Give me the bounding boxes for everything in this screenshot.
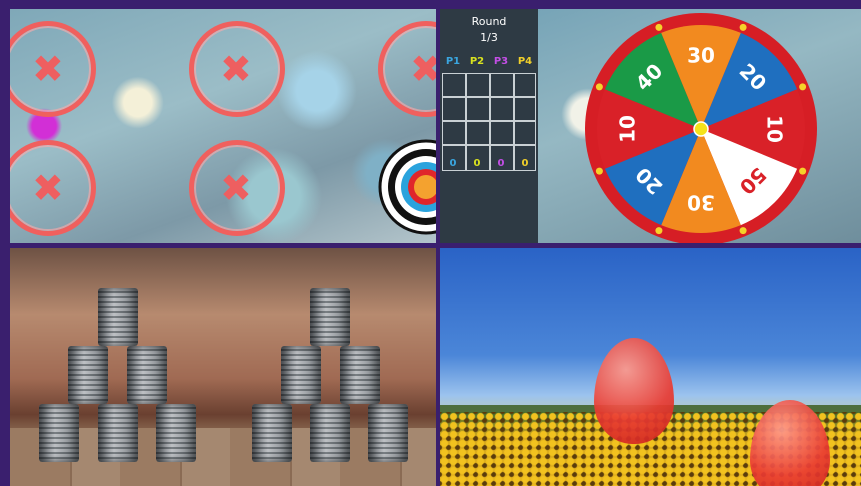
- target-shooting-panel: ✖ ✖ ✖ ✖ ✖: [10, 9, 436, 243]
- tin-can[interactable]: [340, 346, 380, 404]
- prize-wheel[interactable]: 2010503020104030: [583, 11, 819, 243]
- wheel-rim-light: [739, 23, 747, 31]
- wheel-segment-label: 10: [763, 115, 787, 143]
- wheel-rim-light: [595, 83, 603, 91]
- balloon-pop-panel: [440, 248, 861, 486]
- tin-can[interactable]: [310, 288, 350, 346]
- bullseye-target-icon[interactable]: [378, 139, 436, 235]
- wheel-rim-light: [595, 167, 603, 175]
- tin-can[interactable]: [98, 404, 138, 462]
- x-mark-icon: ✖: [32, 166, 64, 210]
- wheel-rim-light: [799, 167, 807, 175]
- tin-can[interactable]: [68, 346, 108, 404]
- tin-can[interactable]: [39, 404, 79, 462]
- scoreboard: Round 1/3 P1 P2 P3 P4 0 0 0 0: [440, 9, 538, 243]
- wheel-rim-light: [655, 227, 663, 235]
- tin-can[interactable]: [127, 346, 167, 404]
- wheel-segment-label: 30: [687, 44, 715, 68]
- wheel-rim-light: [655, 23, 663, 31]
- can-knockdown-panel: [10, 248, 436, 486]
- wheel-rim-light: [799, 83, 807, 91]
- player-label: P3: [493, 56, 509, 67]
- x-mark-icon: ✖: [32, 47, 64, 91]
- player-score: 0: [497, 158, 505, 169]
- x-mark-icon: ✖: [410, 47, 436, 91]
- x-mark-icon: ✖: [220, 47, 252, 91]
- tin-can[interactable]: [252, 404, 292, 462]
- wheel-rim-light: [739, 227, 747, 235]
- wheel-segment-label: 10: [616, 115, 640, 143]
- tin-can[interactable]: [156, 404, 196, 462]
- round-counter: 1/3: [480, 31, 498, 44]
- x-mark-icon: ✖: [220, 166, 252, 210]
- round-title: Round: [471, 15, 507, 28]
- tin-can[interactable]: [310, 404, 350, 462]
- red-balloon[interactable]: [594, 338, 674, 444]
- player-label: P4: [517, 56, 533, 67]
- tin-can[interactable]: [98, 288, 138, 346]
- wheel-segment-label: 30: [687, 191, 715, 215]
- score-grid: [442, 73, 536, 171]
- player-score: 0: [449, 158, 457, 169]
- player-score: 0: [473, 158, 481, 169]
- wheel-hub[interactable]: [693, 121, 709, 137]
- tin-can[interactable]: [368, 404, 408, 462]
- player-label: P1: [445, 56, 461, 67]
- player-label: P2: [469, 56, 485, 67]
- tin-can[interactable]: [281, 346, 321, 404]
- player-score: 0: [521, 158, 529, 169]
